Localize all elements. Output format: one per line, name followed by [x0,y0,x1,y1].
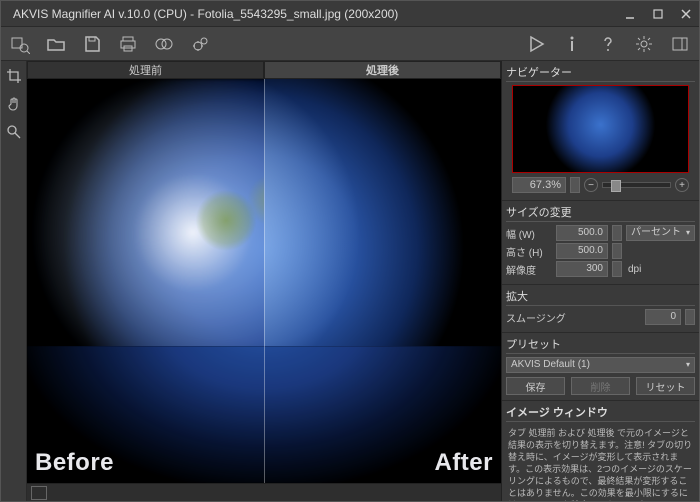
window-title: AKVIS Magnifier AI v.10.0 (CPU) - Fotoli… [13,7,617,21]
info-icon[interactable] [561,33,583,55]
height-label: 高さ (H) [506,244,552,259]
gears-icon[interactable] [189,33,211,55]
res-field[interactable]: 300 [556,261,608,277]
width-label: 幅 (W) [506,226,552,241]
zoom-slider[interactable] [602,182,671,188]
tab-after[interactable]: 処理後 [264,61,501,79]
size-panel: サイズの変更 幅 (W) 500.0 パーセント▾ 高さ (H) 500.0 解… [502,201,699,285]
side-tools [1,61,27,501]
save-icon[interactable] [81,33,103,55]
zoom-in-button[interactable]: + [675,178,689,192]
width-field[interactable]: 500.0 [556,225,608,241]
zoom-controls: 67.3% − + [506,177,695,195]
maximize-button[interactable] [651,7,665,21]
open-icon[interactable] [45,33,67,55]
split-line[interactable] [264,79,265,483]
smoothing-stepper[interactable] [685,309,695,325]
status-bar [27,483,501,501]
height-stepper[interactable] [612,243,622,259]
info-header: イメージ ウィンドウ [506,404,695,422]
preset-save-button[interactable]: 保存 [506,377,565,395]
help-icon[interactable] [597,33,619,55]
main-row: 処理前 処理後 Before After ナビゲーター [1,61,699,501]
height-field[interactable]: 500.0 [556,243,608,259]
preset-reset-button[interactable]: リセット [636,377,695,395]
smoothing-label: スムージング [506,310,641,325]
navigator-header: ナビゲーター [506,64,695,82]
unit-select[interactable]: パーセント▾ [626,225,695,241]
res-label: 解像度 [506,262,552,277]
overlay-after: After [434,449,493,477]
info-text: タブ 処理前 および 処理後 で元のイメージと結果の表示を切り替えます。注意! … [506,425,695,501]
res-unit: dpi [628,264,641,275]
tab-before[interactable]: 処理前 [27,61,264,79]
navigator-panel: ナビゲーター 67.3% − + [502,61,699,201]
hand-icon[interactable] [5,95,23,113]
image-area: 処理前 処理後 Before After [27,61,501,501]
preview-icon[interactable] [9,33,31,55]
size-header: サイズの変更 [506,204,695,222]
zoom-value[interactable]: 67.3% [512,177,566,193]
zoom-stepper[interactable] [570,177,580,193]
toolbar [1,27,699,61]
width-stepper[interactable] [612,225,622,241]
zoom-icon[interactable] [5,123,23,141]
res-stepper[interactable] [612,261,622,277]
right-panel: ナビゲーター 67.3% − + サイズの変更 幅 (W) 500.0 パーセン… [501,61,699,501]
enlarge-header: 拡大 [506,288,695,306]
panel-toggle-icon[interactable] [669,33,691,55]
window-buttons [623,7,693,21]
titlebar: AKVIS Magnifier AI v.10.0 (CPU) - Fotoli… [1,1,699,27]
crop-icon[interactable] [5,67,23,85]
view-mode-button[interactable] [31,486,47,500]
preset-panel: プリセット AKVIS Default (1)▾ 保存 削除 リセット [502,333,699,401]
navigator-thumb[interactable] [512,85,689,173]
tab-row: 処理前 処理後 [27,61,501,79]
info-panel: イメージ ウィンドウ タブ 処理前 および 処理後 で元のイメージと結果の表示を… [502,401,699,501]
smoothing-field[interactable]: 0 [645,309,681,325]
close-button[interactable] [679,7,693,21]
preset-delete-button[interactable]: 削除 [571,377,630,395]
app-window: AKVIS Magnifier AI v.10.0 (CPU) - Fotoli… [0,0,700,502]
image-viewport[interactable]: Before After [27,79,501,483]
overlay-before: Before [35,449,114,477]
batch-icon[interactable] [153,33,175,55]
print-icon[interactable] [117,33,139,55]
enlarge-panel: 拡大 スムージング 0 [502,285,699,333]
preset-select[interactable]: AKVIS Default (1)▾ [506,357,695,373]
preset-header: プリセット [506,336,695,354]
zoom-out-button[interactable]: − [584,178,598,192]
settings-icon[interactable] [633,33,655,55]
minimize-button[interactable] [623,7,637,21]
run-icon[interactable] [525,33,547,55]
